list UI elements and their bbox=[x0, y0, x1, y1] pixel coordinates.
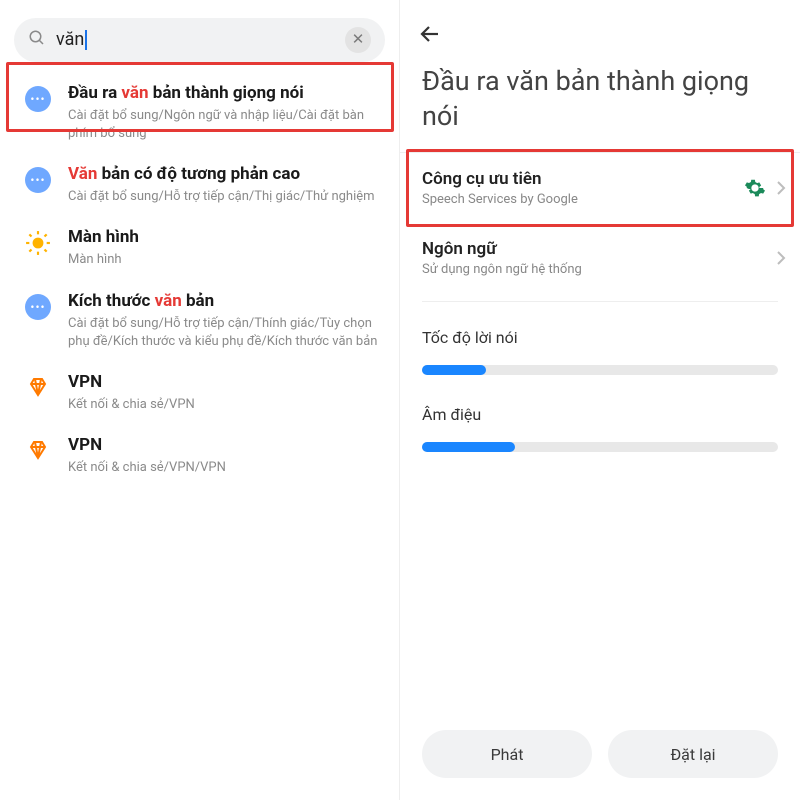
slider-fill bbox=[422, 442, 515, 452]
tts-settings-pane: Đầu ra văn bản thành giọng nói Công cụ ư… bbox=[400, 0, 800, 800]
result-path: Cài đặt bổ sung/Ngôn ngữ và nhập liệu/Cà… bbox=[68, 107, 381, 143]
settings-dots-icon: ••• bbox=[18, 290, 58, 320]
search-result-item[interactable]: VPN Kết nối & chia sẻ/VPN/VPN bbox=[0, 424, 399, 487]
result-path: Cài đặt bổ sung/Hỗ trợ tiếp cận/Thính gi… bbox=[68, 315, 381, 351]
language-row[interactable]: Ngôn ngữ Sử dụng ngôn ngữ hệ thống bbox=[400, 223, 800, 293]
clear-search-button[interactable]: ✕ bbox=[345, 27, 371, 53]
search-input[interactable]: văn ✕ bbox=[14, 18, 385, 62]
result-path: Kết nối & chia sẻ/VPN/VPN bbox=[68, 459, 381, 477]
result-path: Cài đặt bổ sung/Hỗ trợ tiếp cận/Thị giác… bbox=[68, 188, 381, 206]
gear-icon[interactable] bbox=[744, 177, 766, 199]
back-button[interactable] bbox=[418, 22, 442, 46]
search-result-item[interactable]: ••• Kích thước văn bảnCài đặt bổ sung/Hỗ … bbox=[0, 280, 399, 361]
page-title: Đầu ra văn bản thành giọng nói bbox=[400, 46, 800, 152]
search-icon bbox=[28, 29, 46, 51]
search-bar: văn ✕ bbox=[14, 18, 385, 62]
match-highlight: văn bbox=[121, 83, 148, 103]
settings-dots-icon: ••• bbox=[18, 82, 58, 112]
play-button[interactable]: Phát bbox=[422, 730, 592, 778]
row-title: Công cụ ưu tiên bbox=[422, 169, 744, 189]
chevron-right-icon bbox=[776, 250, 786, 266]
display-sun-icon bbox=[18, 226, 58, 256]
search-result-item[interactable]: VPN Kết nối & chia sẻ/VPN bbox=[0, 361, 399, 424]
result-path: Kết nối & chia sẻ/VPN bbox=[68, 396, 381, 414]
preferred-engine-row[interactable]: Công cụ ưu tiên Speech Services by Googl… bbox=[400, 153, 800, 223]
close-icon: ✕ bbox=[352, 32, 365, 47]
result-path: Màn hình bbox=[68, 251, 381, 269]
reset-button[interactable]: Đặt lại bbox=[608, 730, 778, 778]
vpn-icon bbox=[18, 371, 58, 399]
pitch-label: Âm điệu bbox=[400, 395, 800, 434]
search-results-pane: văn ✕ •••Đầu ra văn bản thành giọng nóiC… bbox=[0, 0, 400, 800]
speech-rate-slider[interactable] bbox=[422, 357, 778, 383]
result-title: Màn hình bbox=[68, 226, 381, 249]
search-result-item[interactable]: ••• Văn bản có độ tương phản cao Cài đặt b… bbox=[0, 153, 399, 216]
row-subtitle: Speech Services by Google bbox=[422, 192, 744, 207]
result-title: Văn bản có độ tương phản cao bbox=[68, 163, 381, 186]
search-value: văn bbox=[56, 29, 345, 50]
row-subtitle: Sử dụng ngôn ngữ hệ thống bbox=[422, 262, 776, 277]
pitch-slider[interactable] bbox=[422, 434, 778, 460]
row-title: Ngôn ngữ bbox=[422, 239, 776, 259]
header-row bbox=[400, 0, 800, 46]
divider bbox=[422, 301, 778, 302]
match-highlight: Văn bbox=[68, 164, 97, 184]
settings-dots-icon: ••• bbox=[18, 163, 58, 193]
result-title: Đầu ra văn bản thành giọng nói bbox=[68, 82, 381, 105]
speech-rate-label: Tốc độ lời nói bbox=[400, 310, 800, 357]
vpn-icon bbox=[18, 434, 58, 462]
text-caret bbox=[85, 30, 87, 50]
match-highlight: văn bbox=[155, 291, 182, 311]
chevron-right-icon bbox=[776, 180, 786, 196]
action-buttons: Phát Đặt lại bbox=[400, 730, 800, 778]
search-result-item[interactable]: Màn hình Màn hình bbox=[0, 216, 399, 279]
result-title: VPN bbox=[68, 371, 381, 394]
slider-fill bbox=[422, 365, 486, 375]
result-title: Kích thước văn bản bbox=[68, 290, 381, 313]
result-title: VPN bbox=[68, 434, 381, 457]
search-result-item[interactable]: ••• Đầu ra văn bản thành giọng nóiCài đặt… bbox=[0, 72, 399, 153]
